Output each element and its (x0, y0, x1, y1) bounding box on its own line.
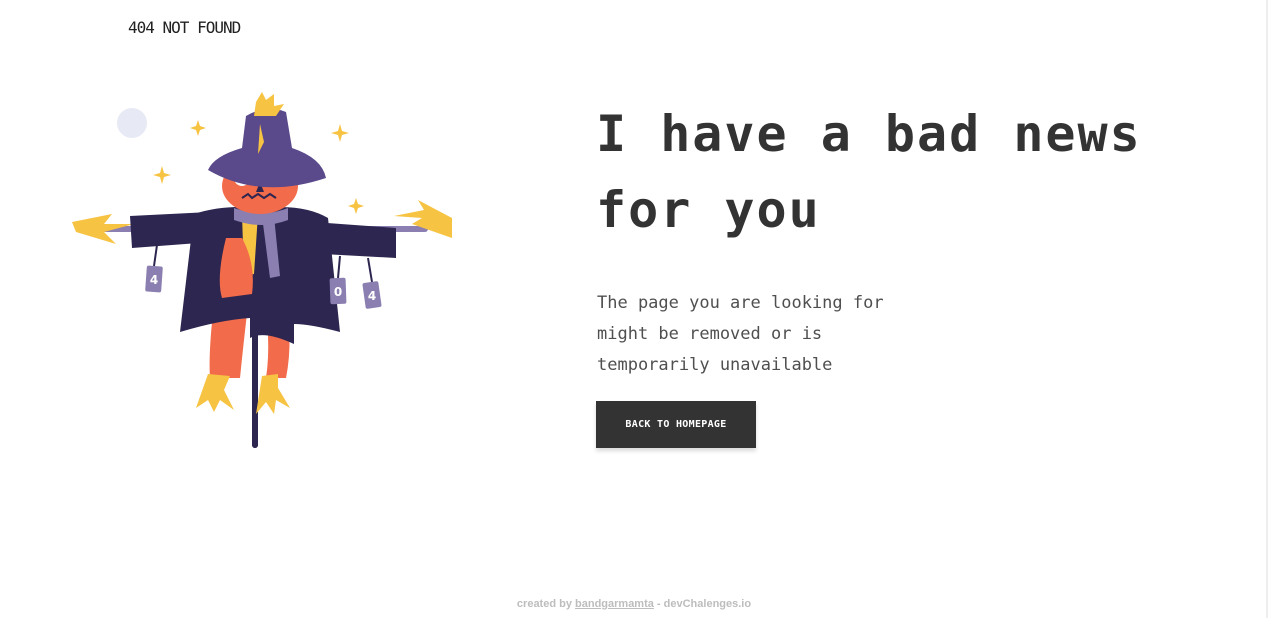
moon-icon (117, 108, 147, 138)
can-label: 0 (334, 285, 342, 299)
footer-separator: - (653, 598, 664, 610)
message-section: I have a bad news for you The page you a… (596, 96, 1216, 381)
site-name: devChalenges.io (663, 598, 752, 610)
footer: created by bandgarmamta - devChalenges.i… (0, 598, 1268, 610)
can-label: 4 (150, 273, 158, 287)
page-description: The page you are looking for might be re… (597, 293, 884, 375)
author-link[interactable]: bandgarmamta (575, 598, 654, 610)
can-label: 4 (368, 289, 376, 303)
site-logo[interactable]: 404 NOT FOUND (128, 18, 241, 37)
scarecrow-illustration: 4 0 4 (72, 92, 452, 448)
back-to-homepage-button[interactable]: BACK TO HOMEPAGE (596, 401, 756, 448)
footer-prefix: created by (516, 598, 572, 610)
page-title: I have a bad news for you (596, 105, 1142, 239)
